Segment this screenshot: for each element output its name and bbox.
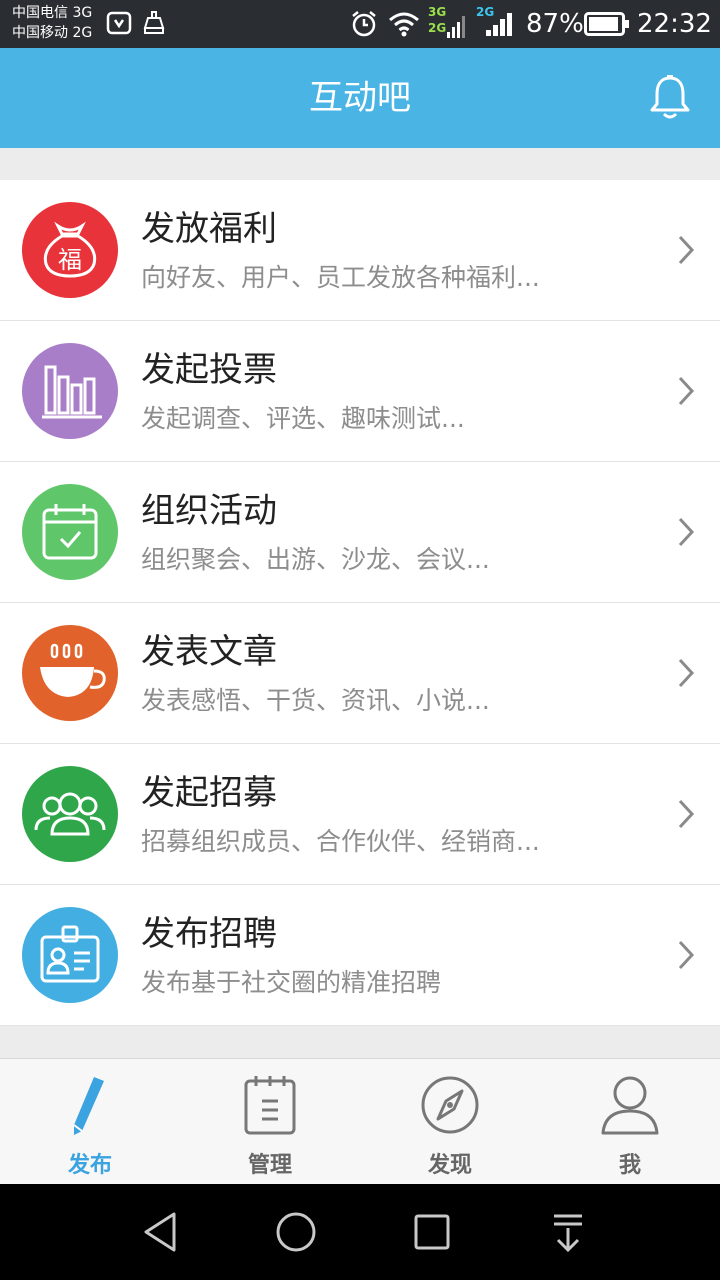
carrier-2: 中国移动 2G — [12, 25, 93, 41]
item-subtitle: 招募组织成员、合作伙伴、经销商... — [141, 827, 540, 856]
tab-manage[interactable]: 管理 — [180, 1059, 360, 1185]
list-item-welfare[interactable]: 福 发放福利 向好友、用户、员工发放各种福利... — [0, 180, 720, 321]
svg-text:福: 福 — [58, 246, 82, 274]
chevron-right-icon — [676, 939, 696, 975]
list-item-article[interactable]: 发表文章 发表感悟、干货、资讯、小说... — [0, 603, 720, 744]
tab-label: 发布 — [67, 1153, 112, 1178]
signal-icon — [446, 12, 468, 44]
item-title: 发起招募 — [141, 773, 277, 813]
tab-me[interactable]: 我 — [540, 1059, 720, 1185]
person-icon — [601, 1076, 659, 1135]
status-bar: 中国电信 3G 中国移动 2G 3G 2G 2G 87% 22:32 — [0, 0, 720, 48]
clock: 22:32 — [637, 9, 712, 39]
alarm-icon — [350, 9, 378, 43]
tab-publish[interactable]: 发布 — [0, 1059, 180, 1185]
compass-icon — [421, 1076, 479, 1134]
network-3g-label: 3G — [428, 5, 447, 19]
bottom-tab-bar: 发布 管理 发现 我 — [0, 1058, 720, 1185]
item-title: 组织活动 — [141, 491, 277, 531]
bell-icon[interactable] — [648, 74, 692, 124]
carrier-info: 中国电信 3G 中国移动 2G — [12, 3, 92, 43]
pen-icon — [73, 1077, 104, 1135]
group-icon — [22, 766, 118, 862]
battery-percent: 87% — [526, 9, 584, 39]
bar-chart-icon — [22, 343, 118, 439]
feature-list: 福 发放福利 向好友、用户、员工发放各种福利... 发起投票 发起调查、评选、趣… — [0, 180, 720, 1026]
tab-discover[interactable]: 发现 — [360, 1059, 540, 1185]
cleaner-icon — [142, 10, 166, 40]
wifi-icon — [388, 11, 420, 41]
app-header: 互动吧 — [0, 48, 720, 148]
fu-bag-icon: 福 — [22, 202, 118, 298]
carrier-1: 中国电信 3G — [12, 5, 93, 21]
network-2g-label-a: 2G — [428, 21, 447, 35]
notification-pull-icon[interactable] — [548, 1204, 588, 1264]
chevron-right-icon — [676, 234, 696, 270]
page-title: 互动吧 — [309, 78, 411, 118]
chevron-right-icon — [676, 798, 696, 834]
list-item-recruit-members[interactable]: 发起招募 招募组织成员、合作伙伴、经销商... — [0, 744, 720, 885]
coffee-cup-icon — [22, 625, 118, 721]
calendar-check-icon — [22, 484, 118, 580]
item-title: 发布招聘 — [141, 914, 277, 954]
notepad-icon — [244, 1076, 296, 1135]
battery-icon — [584, 12, 630, 40]
tab-label: 发现 — [427, 1153, 472, 1178]
item-title: 发表文章 — [141, 632, 277, 672]
item-subtitle: 发起调查、评选、趣味测试... — [141, 404, 465, 433]
home-icon[interactable] — [274, 1204, 318, 1264]
recents-icon[interactable] — [412, 1204, 452, 1264]
item-subtitle: 发布基于社交圈的精准招聘 — [141, 968, 442, 997]
id-badge-icon — [22, 907, 118, 1003]
item-title: 发放福利 — [141, 209, 277, 249]
chevron-right-icon — [676, 657, 696, 693]
item-subtitle: 向好友、用户、员工发放各种福利... — [141, 263, 540, 292]
item-subtitle: 发表感悟、干货、资讯、小说... — [141, 686, 490, 715]
item-title: 发起投票 — [141, 350, 277, 390]
tab-label: 我 — [618, 1153, 641, 1178]
back-icon[interactable] — [140, 1204, 180, 1264]
chevron-right-icon — [676, 375, 696, 411]
list-item-activity[interactable]: 组织活动 组织聚会、出游、沙龙、会议... — [0, 462, 720, 603]
chevron-right-icon — [676, 516, 696, 552]
tab-label: 管理 — [247, 1153, 292, 1178]
huawei-icon — [106, 10, 132, 40]
list-item-hiring[interactable]: 发布招聘 发布基于社交圈的精准招聘 — [0, 885, 720, 1026]
signal-icon-2 — [484, 10, 514, 42]
list-item-vote[interactable]: 发起投票 发起调查、评选、趣味测试... — [0, 321, 720, 462]
system-nav-bar — [0, 1184, 720, 1280]
item-subtitle: 组织聚会、出游、沙龙、会议... — [141, 545, 490, 574]
